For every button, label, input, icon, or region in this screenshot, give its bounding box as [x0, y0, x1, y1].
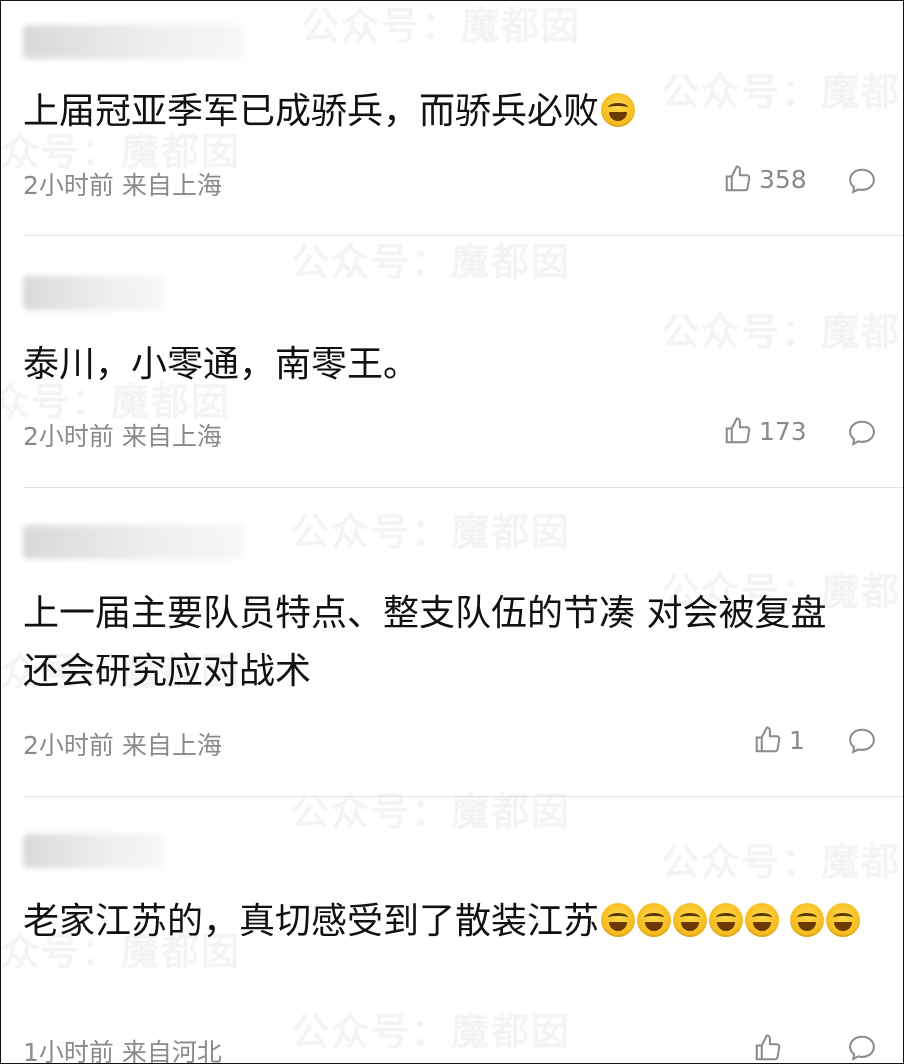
- laugh-cry-emoji-icon: [601, 903, 636, 937]
- reply-icon[interactable]: [847, 166, 877, 196]
- reply-icon[interactable]: [847, 726, 877, 756]
- like-count: 173: [759, 416, 807, 446]
- thumbs-up-icon: [725, 417, 751, 444]
- comment-meta: 2小时前 来自上海: [23, 422, 222, 451]
- comment-list: 公众号：魔都囡 公众号：魔都囡 公众号：魔都囡 公众号：魔都囡 公众号：魔都囡 …: [0, 0, 904, 1064]
- like-button[interactable]: 173: [723, 416, 807, 446]
- reply-icon[interactable]: [847, 1033, 877, 1063]
- comment-divider: [23, 487, 903, 488]
- watermark: 公众号：魔都囡: [301, 1, 581, 50]
- blurred-username[interactable]: [23, 525, 243, 559]
- like-count: 358: [759, 164, 807, 194]
- watermark: 公众号：魔都囡: [291, 1001, 571, 1056]
- reply-icon[interactable]: [847, 418, 877, 448]
- like-button[interactable]: 1: [753, 725, 805, 755]
- comment-body: 上届冠亚季军已成骄兵，而骄兵必败: [23, 91, 600, 132]
- laugh-emoji-icon: [745, 903, 780, 937]
- comment-body: 泰川，小零通，南零王。: [23, 344, 420, 385]
- like-count: 1: [789, 725, 805, 755]
- comment-text: 上届冠亚季军已成骄兵，而骄兵必败: [23, 83, 863, 141]
- comment-meta: 2小时前 来自上海: [23, 171, 222, 200]
- watermark: 公众号：魔都囡: [291, 501, 571, 556]
- like-button[interactable]: 358: [723, 164, 807, 194]
- comment-divider: [23, 235, 903, 236]
- comment-text: 泰川，小零通，南零王。: [23, 336, 863, 394]
- blurred-username[interactable]: [23, 834, 163, 868]
- comment-body: 上一届主要队员特点、整支队伍的节凑 对会被复盘 还会研究应对战术: [23, 593, 827, 692]
- laugh-emoji-icon: [790, 903, 825, 937]
- watermark: 公众号：魔都囡: [291, 231, 571, 286]
- laugh-emoji-icon: [826, 903, 861, 937]
- laugh-cry-emoji-icon: [601, 93, 636, 127]
- laugh-cry-emoji-icon: [637, 903, 672, 937]
- blurred-username[interactable]: [23, 276, 163, 310]
- laugh-cry-emoji-icon: [673, 903, 708, 937]
- watermark: 公众号：魔都囡: [661, 831, 903, 886]
- comment-divider: [23, 796, 903, 797]
- laugh-cry-emoji-icon: [709, 903, 744, 937]
- like-button[interactable]: [753, 1033, 789, 1063]
- comment-text: 老家江苏的，真切感受到了散装江苏: [23, 893, 883, 951]
- comment-meta: 1小时前 来自河北: [23, 1038, 222, 1064]
- comment-text: 上一届主要队员特点、整支队伍的节凑 对会被复盘 还会研究应对战术: [23, 585, 853, 701]
- comment-meta: 2小时前 来自上海: [23, 731, 222, 760]
- thumbs-up-icon: [725, 165, 751, 192]
- blurred-username[interactable]: [23, 25, 243, 59]
- watermark: 公众号：魔都囡: [291, 781, 571, 836]
- thumbs-up-icon: [755, 726, 781, 753]
- thumbs-up-icon: [755, 1034, 781, 1061]
- comment-body: 老家江苏的，真切感受到了散装江苏: [23, 901, 600, 942]
